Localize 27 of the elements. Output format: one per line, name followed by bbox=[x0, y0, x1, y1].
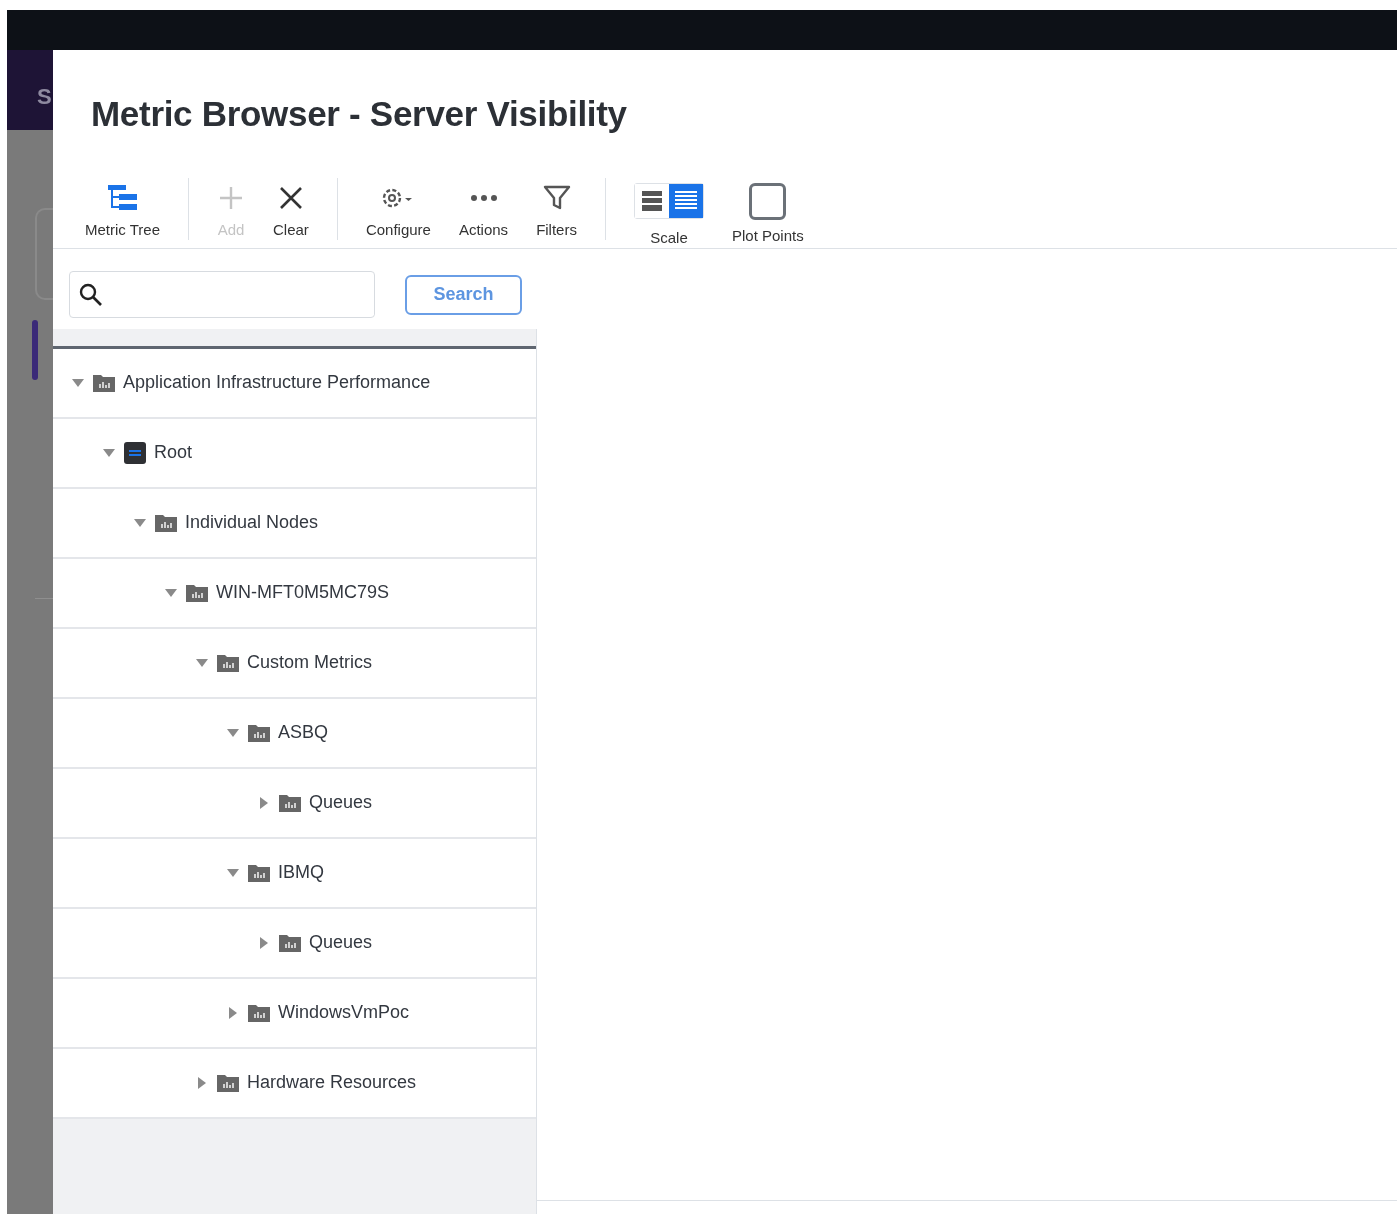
plot-points-checkbox[interactable]: Plot Points bbox=[717, 182, 818, 247]
tree-icon bbox=[105, 182, 140, 213]
search-icon bbox=[78, 281, 104, 308]
tree-item-label[interactable]: WindowsVmPoc bbox=[278, 999, 410, 1026]
tree-item-label[interactable]: Queues bbox=[309, 789, 373, 816]
list-icon bbox=[124, 441, 146, 464]
tree-item-label[interactable]: Individual Nodes bbox=[185, 509, 319, 536]
compact-rows-option[interactable] bbox=[668, 183, 703, 218]
toolbar-button[interactable]: Filters bbox=[522, 182, 591, 241]
scale-toggle[interactable]: Scale bbox=[619, 182, 718, 249]
toolbar-button[interactable]: Configure bbox=[351, 182, 445, 241]
dialog-title: Metric Browser - Server Visibility bbox=[91, 93, 628, 135]
toolbar-button[interactable]: Clear bbox=[259, 182, 323, 241]
nav-indicator bbox=[32, 320, 38, 380]
tree-item-label[interactable]: Queues bbox=[309, 929, 373, 956]
tree-item-label[interactable]: IBMQ bbox=[278, 859, 324, 886]
tree-item-label[interactable]: Custom Metrics bbox=[247, 649, 372, 676]
search-field[interactable] bbox=[69, 271, 375, 318]
tree-item-label[interactable]: ASBQ bbox=[278, 719, 329, 746]
tree-item-label[interactable]: Root bbox=[154, 439, 193, 466]
tree-item-label[interactable]: WIN-MFT0M5MC79S bbox=[216, 579, 389, 606]
more-icon bbox=[468, 193, 499, 202]
checkbox[interactable] bbox=[749, 182, 787, 220]
brand-text: S bbox=[7, 50, 53, 130]
tree-item-label[interactable]: Hardware Resources bbox=[247, 1069, 417, 1096]
toolbar-button[interactable]: Metric Tree bbox=[71, 182, 174, 241]
toolbar-button[interactable]: Actions bbox=[444, 182, 523, 241]
